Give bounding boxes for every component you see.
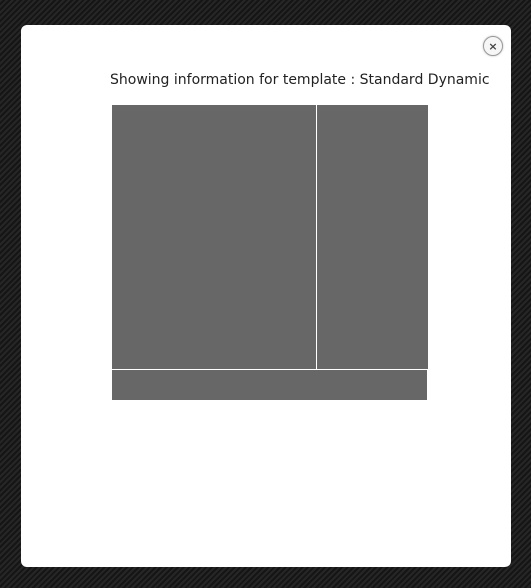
layout-region-sidebar	[317, 105, 428, 369]
close-icon[interactable]: ×	[483, 36, 503, 56]
layout-region-main	[112, 105, 316, 369]
template-info-dialog: × Showing information for template : Sta…	[21, 25, 511, 567]
template-layout-preview	[112, 105, 428, 401]
layout-region-footer	[112, 370, 427, 400]
dialog-heading: Showing information for template : Stand…	[110, 72, 490, 88]
